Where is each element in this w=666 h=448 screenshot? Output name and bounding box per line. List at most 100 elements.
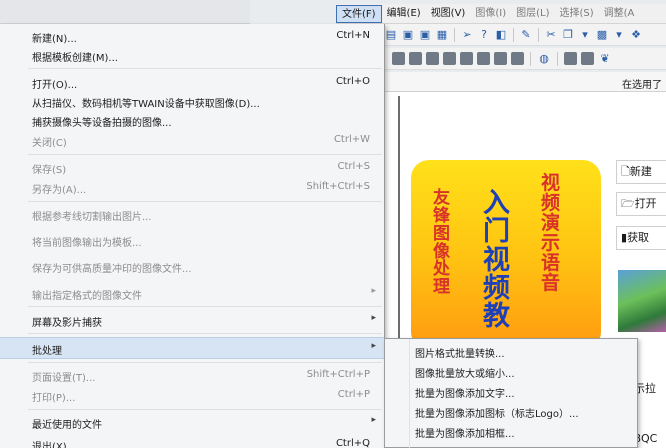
- menu-item-save[interactable]: 保存(S) Ctrl+S: [0, 157, 384, 179]
- tool-square-icon[interactable]: [477, 52, 490, 65]
- save-as-icon[interactable]: ▣: [418, 28, 432, 42]
- paint-icon[interactable]: ✎: [519, 28, 533, 42]
- poster-char: 语: [541, 251, 561, 274]
- menu-select[interactable]: 选择(S): [554, 5, 598, 23]
- cut-icon[interactable]: ✂: [544, 28, 558, 42]
- menu-item-new-from-template[interactable]: 根据模板创建(M)...: [0, 45, 384, 67]
- menu-item-label: 批处理: [32, 346, 62, 357]
- submenu-item-label: 图片格式批量转换...: [415, 349, 505, 360]
- save-icon[interactable]: ▣: [401, 28, 415, 42]
- chevron-right-icon: ▸: [371, 341, 376, 351]
- chevron-down-icon[interactable]: ▾: [578, 28, 592, 42]
- menu-item-export-format[interactable]: 输出指定格式的图像文件 ▸: [0, 283, 384, 305]
- quick-capture-card[interactable]: ▮获取: [616, 226, 666, 250]
- open-icon[interactable]: ▤: [384, 28, 398, 42]
- menu-item-label: 从扫描仪、数码相机等TWAIN设备中获取图像(D)...: [32, 99, 260, 110]
- poster-char: 演: [541, 211, 561, 234]
- menu-separator: [28, 333, 382, 334]
- menu-item-save-as[interactable]: 另存为(A)... Shift+Ctrl+S: [0, 177, 384, 199]
- clip-icon[interactable]: ❖: [629, 28, 643, 42]
- menu-separator: [28, 154, 382, 155]
- menu-file[interactable]: 文件(F): [336, 4, 382, 23]
- menu-edit[interactable]: 编辑(E): [382, 5, 426, 23]
- tool-square-icon[interactable]: [460, 52, 473, 65]
- menu-item-label: 输出指定格式的图像文件: [32, 291, 142, 302]
- menu-item-print[interactable]: 打印(P)... Ctrl+P: [0, 385, 384, 407]
- toolbar-separator: [454, 27, 455, 42]
- menu-item-label: 根据模板创建(M)...: [32, 53, 118, 64]
- secondary-toolbar: ◍ ❦: [380, 48, 666, 70]
- menu-item-shortcut: Shift+Ctrl+P: [306, 369, 370, 380]
- poster-right-text: 视 频 演 示 语 音: [541, 172, 561, 294]
- quick-open-card[interactable]: 🗁打开: [616, 192, 666, 216]
- menu-item-screen-capture[interactable]: 屏幕及影片捕获 ▸: [0, 310, 384, 332]
- menu-item-save-for-print[interactable]: 保存为可供高质量冲印的图像文件...: [0, 256, 384, 278]
- menu-separator: [28, 362, 382, 363]
- quick-new-label: 新建: [629, 165, 652, 178]
- open-folder-icon: 🗁: [621, 197, 635, 210]
- poster-char: 频: [483, 273, 510, 305]
- menu-item-label: 根据参考线切割输出图片...: [32, 212, 152, 223]
- capture-icon[interactable]: ◧: [494, 28, 508, 42]
- menu-item-label: 保存为可供高质量冲印的图像文件...: [32, 264, 192, 275]
- toolbar-separator: [530, 51, 531, 66]
- menu-item-camera-capture[interactable]: 捕获摄像头等设备拍摄的图像...: [0, 110, 384, 132]
- menu-separator: [28, 68, 382, 69]
- menu-view[interactable]: 视图(V): [426, 5, 471, 23]
- submenu-item-batch-resize[interactable]: 图像批量放大或缩小...: [385, 362, 637, 380]
- menu-image[interactable]: 图像(I): [470, 5, 511, 23]
- submenu-item-label: 图像批量放大或缩小...: [415, 369, 515, 380]
- submenu-item-batch-add-frame[interactable]: 批量为图像添加相框...: [385, 422, 637, 440]
- forward-icon[interactable]: ➢: [460, 28, 474, 42]
- menu-item-shortcut: Ctrl+Q: [335, 438, 370, 448]
- chevron-right-icon: ▸: [371, 415, 376, 425]
- quick-new-card[interactable]: 🗋新建: [616, 160, 666, 184]
- poster-char: 音: [541, 271, 561, 294]
- globe-icon[interactable]: ◍: [537, 52, 551, 66]
- tool-square-icon[interactable]: [409, 52, 422, 65]
- tool-square-icon[interactable]: [443, 52, 456, 65]
- menu-item-label: 退出(X): [32, 442, 67, 448]
- menu-item-recent-files[interactable]: 最近使用的文件 ▸: [0, 412, 384, 434]
- help-icon[interactable]: ?: [477, 28, 491, 42]
- sample-thumbnail-image[interactable]: [618, 270, 666, 332]
- print-icon[interactable]: ▦: [435, 28, 449, 42]
- tool-square-icon[interactable]: [564, 52, 577, 65]
- paste-icon[interactable]: ▩: [595, 28, 609, 42]
- menu-adjust[interactable]: 调整(A: [599, 5, 640, 23]
- tool-square-icon[interactable]: [494, 52, 507, 65]
- submenu-item-batch-add-text[interactable]: 批量为图像添加文字...: [385, 382, 637, 400]
- hint-bar: 在选用了: [380, 72, 666, 92]
- copy-icon[interactable]: ❐: [561, 28, 575, 42]
- chevron-right-icon: ▸: [371, 286, 376, 296]
- tool-square-icon[interactable]: [426, 52, 439, 65]
- menu-item-exit[interactable]: 退出(X) Ctrl+Q: [0, 434, 384, 448]
- menu-layer[interactable]: 图层(L): [511, 5, 554, 23]
- menu-item-label: 另存为(A)...: [32, 185, 87, 196]
- poster-char: 锋: [433, 205, 450, 226]
- submenu-item-label: 批量为图像添加相框...: [415, 429, 515, 440]
- menu-item-export-template[interactable]: 将当前图像输出为模板...: [0, 230, 384, 252]
- menu-item-label: 屏幕及影片捕获: [32, 318, 102, 329]
- menu-item-close[interactable]: 关闭(C) Ctrl+W: [0, 130, 384, 152]
- tool-square-icon[interactable]: [392, 52, 405, 65]
- chevron-down-icon[interactable]: ▾: [612, 28, 626, 42]
- submenu-item-batch-convert[interactable]: 图片格式批量转换...: [385, 342, 637, 360]
- leaf-icon[interactable]: ❦: [598, 52, 612, 66]
- poster-char: 视: [541, 172, 561, 194]
- tool-square-icon[interactable]: [511, 52, 524, 65]
- menu-item-page-setup[interactable]: 页面设置(T)... Shift+Ctrl+P: [0, 365, 384, 387]
- batch-submenu: 图片格式批量转换... 图像批量放大或缩小... 批量为图像添加文字... 批量…: [384, 338, 638, 448]
- toolbar-separator: [538, 27, 539, 42]
- menu-item-shortcut: Shift+Ctrl+S: [306, 181, 370, 192]
- file-menu-dropdown: 新建(N)... Ctrl+N 根据模板创建(M)... 打开(O)... Ct…: [0, 24, 385, 448]
- menu-item-slice-by-guides[interactable]: 根据参考线切割输出图片...: [0, 204, 384, 226]
- menu-item-shortcut: Ctrl+N: [336, 30, 370, 41]
- menu-item-batch[interactable]: 批处理 ▸: [0, 337, 384, 359]
- menu-bar: 文件(F) 编辑(E) 视图(V) 图像(I) 图层(L) 选择(S) 调整(A: [336, 4, 666, 24]
- submenu-item-batch-add-logo[interactable]: 批量为图像添加图标（标志Logo）...: [385, 402, 637, 420]
- tool-square-icon[interactable]: [581, 52, 594, 65]
- quick-open-label: 打开: [634, 197, 657, 210]
- menu-item-shortcut: Ctrl+P: [337, 389, 370, 400]
- poster-char: 理: [433, 277, 450, 298]
